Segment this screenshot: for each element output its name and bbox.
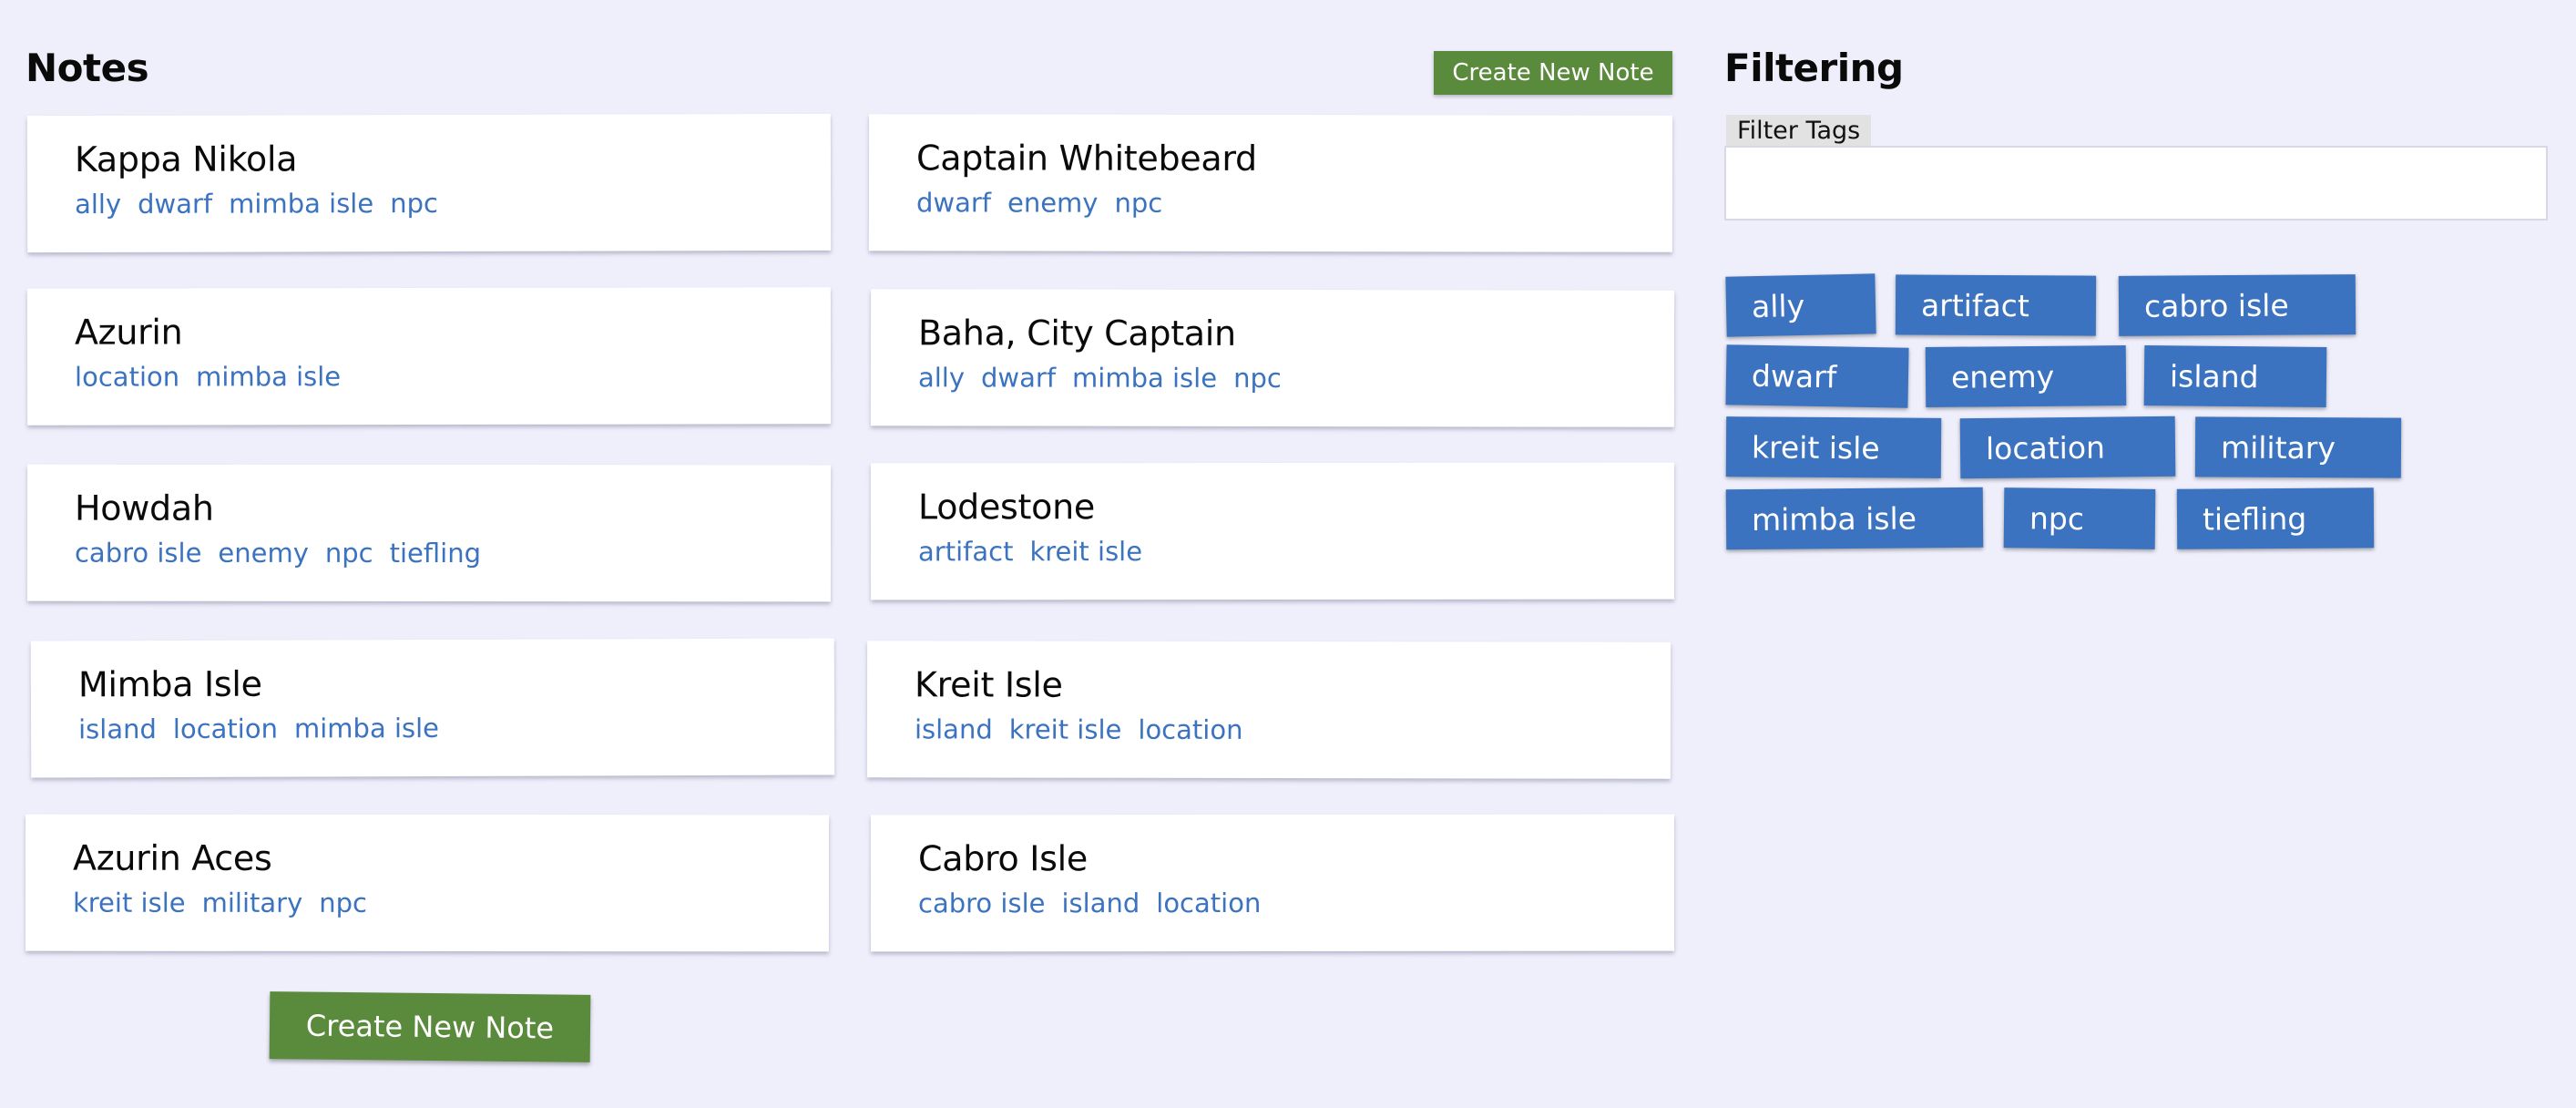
filter-tags-input[interactable] [1724,146,2548,221]
note-tag-link[interactable]: ally [918,362,965,393]
note-tag-link[interactable]: location [173,713,278,744]
note-card-title: Azurin [74,312,183,353]
filter-tag-kreit-isle[interactable]: kreit isle [1725,416,1942,478]
note-card[interactable]: Kreit Isle island kreit isle location [866,641,1671,779]
note-tag-link[interactable]: island [78,713,157,744]
note-card-tags: ally dwarf mimba isle npc [918,362,1674,394]
note-card[interactable]: Azurin Aces kreit isle military npc [25,814,830,952]
note-card-title: Howdah [75,487,214,528]
note-card-title: Captain Whitebeard [916,138,1257,179]
note-card-title: Baha, City Captain [918,313,1236,354]
note-tag-link[interactable]: mimba isle [196,361,341,392]
create-new-note-button-top[interactable]: Create New Note [1434,51,1672,95]
note-card[interactable]: Mimba Isle island location mimba isle [30,638,835,778]
note-card[interactable]: Captain Whitebeard dwarf enemy npc [868,114,1673,252]
app-root: Notes Create New Note Kappa Nikola ally dw… [0,0,2576,1108]
note-card-tags: cabro isle enemy npc tiefling [75,538,831,569]
note-tag-link[interactable]: dwarf [916,187,991,218]
note-tag-link[interactable]: cabro isle [75,538,201,569]
note-card[interactable]: Lodestone artifact kreit isle [870,462,1675,600]
note-tag-link[interactable]: npc [325,538,373,569]
note-tag-link[interactable]: dwarf [138,189,212,220]
note-tag-link[interactable]: npc [1114,188,1162,219]
note-tag-link[interactable]: npc [1233,363,1282,394]
note-tag-link[interactable]: location [1138,714,1242,745]
note-tag-link[interactable]: kreit isle [73,887,186,918]
note-card[interactable]: Kappa Nikola ally dwarf mimba isle npc [26,113,832,253]
note-tag-link[interactable]: ally [75,189,121,220]
note-card-tags: ally dwarf mimba isle npc [75,187,831,220]
filter-tag-tiefling[interactable]: tiefling [2176,487,2375,549]
note-card-title: Mimba Isle [77,663,262,705]
note-card-tags: island location mimba isle [78,711,834,744]
create-new-note-button-bottom[interactable]: Create New Note [269,991,591,1062]
note-tag-link[interactable]: island [915,713,993,744]
note-tag-link[interactable]: artifact [918,536,1013,567]
filter-tag-enemy[interactable]: enemy [1925,345,2127,407]
note-tag-link[interactable]: enemy [1007,187,1099,218]
note-tag-link[interactable]: location [1156,887,1261,918]
note-tag-link[interactable]: dwarf [981,362,1056,393]
note-card-tags: dwarf enemy npc [916,187,1672,219]
note-tag-link[interactable]: kreit isle [1009,714,1122,745]
note-card-tags: cabro isle island location [918,887,1674,918]
note-card[interactable]: Cabro Isle cabro isle island location [870,814,1675,952]
note-card[interactable]: Howdah cabro isle enemy npc tiefling [26,464,832,602]
filter-tags-label: Filter Tags [1726,115,1872,146]
note-tag-link[interactable]: mimba isle [294,713,439,744]
note-tag-link[interactable]: tiefling [390,538,481,569]
filter-tag-mimba-isle[interactable]: mimba isle [1725,487,1984,550]
note-card-title: Cabro Isle [917,838,1088,879]
filter-tag-island[interactable]: island [2143,344,2327,408]
note-tag-link[interactable]: npc [319,887,367,918]
note-tag-link[interactable]: kreit isle [1029,536,1142,567]
filter-tag-military[interactable]: military [2194,416,2402,478]
note-card-tags: artifact kreit isle [918,536,1674,567]
filter-tag-location[interactable]: location [1959,416,2176,479]
note-tag-link[interactable]: npc [390,188,438,219]
note-tag-link[interactable]: enemy [218,538,309,569]
note-tag-link[interactable]: location [75,361,179,392]
note-tag-link[interactable]: island [1061,887,1140,918]
note-tag-link[interactable]: military [202,887,303,918]
note-card-title: Kreit Isle [915,664,1063,705]
note-card-tags: island kreit isle location [915,713,1671,745]
filter-tag-dwarf[interactable]: dwarf [1725,344,1909,408]
filter-tag-cabro-isle[interactable]: cabro isle [2118,274,2356,336]
note-card-title: Azurin Aces [73,837,272,878]
filter-tag-npc[interactable]: npc [2003,487,2156,549]
note-card-tags: location mimba isle [75,360,831,393]
filter-tag-ally[interactable]: ally [1725,273,1876,337]
filtering-title: Filtering [1724,46,1904,90]
note-card-title: Kappa Nikola [74,138,298,180]
filter-tag-artifact[interactable]: artifact [1895,274,2097,336]
note-card[interactable]: Baha, City Captain ally dwarf mimba isle npc [870,289,1675,427]
note-tag-link[interactable]: cabro isle [918,887,1045,918]
note-card[interactable]: Azurin location mimba isle [26,287,832,426]
notes-title: Notes [26,46,149,90]
note-tag-link[interactable]: mimba isle [1072,363,1217,394]
note-tag-link[interactable]: mimba isle [229,188,373,219]
note-card-tags: kreit isle military npc [73,887,829,919]
note-card-title: Lodestone [917,487,1095,528]
